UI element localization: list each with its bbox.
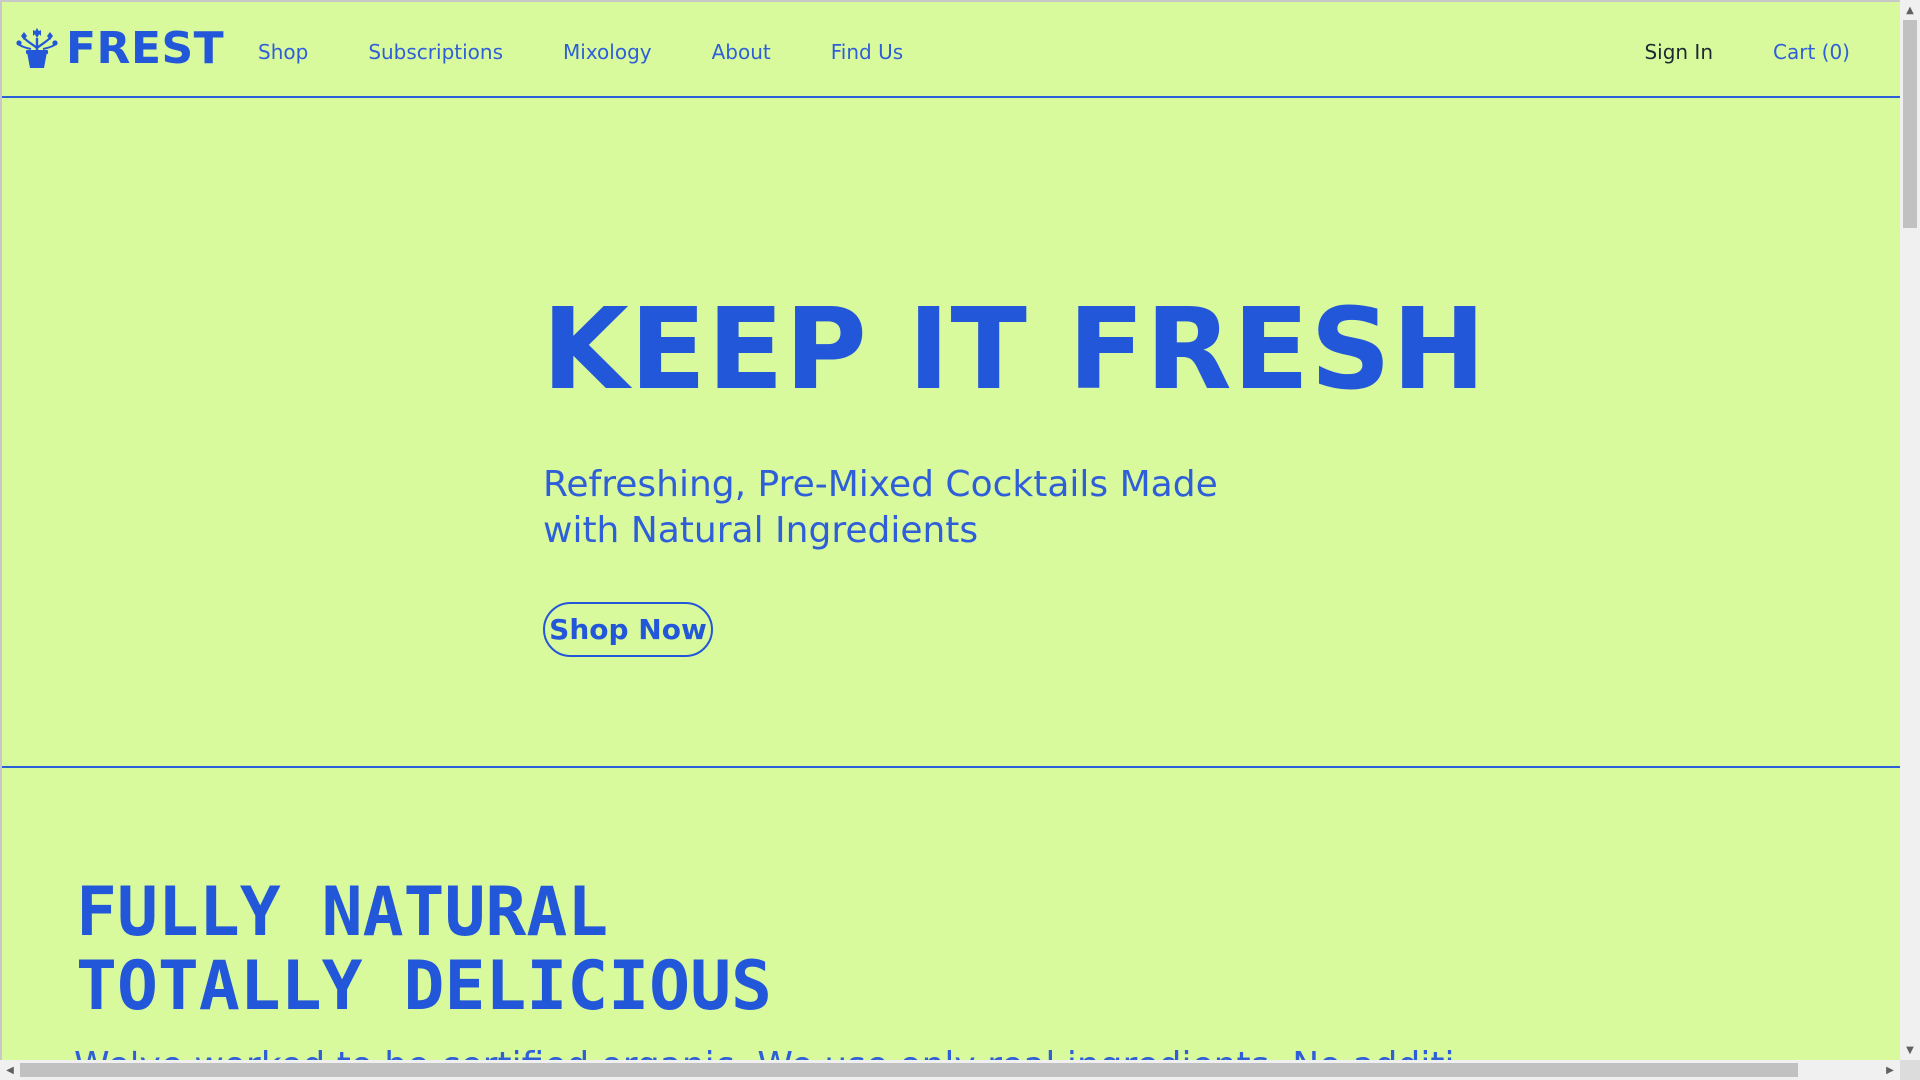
nav-item-subscriptions[interactable]: Subscriptions xyxy=(368,40,503,64)
section-title: FULLY NATURAL TOTALLY DELICIOUS xyxy=(76,876,772,1024)
shop-now-button[interactable]: Shop Now xyxy=(543,602,713,657)
left-arrow-icon[interactable]: ◀ xyxy=(0,1060,20,1080)
page-viewport: FREST Shop Subscriptions Mixology About … xyxy=(0,0,1900,1060)
vertical-scroll-thumb[interactable] xyxy=(1903,20,1917,228)
main-nav: Shop Subscriptions Mixology About Find U… xyxy=(258,40,963,64)
sign-in-link[interactable]: Sign In xyxy=(1644,40,1713,64)
cart-link[interactable]: Cart (0) xyxy=(1773,40,1850,64)
scrollbar-corner xyxy=(1900,1060,1920,1080)
section-title-line-1: FULLY NATURAL xyxy=(76,873,609,952)
vertical-scrollbar[interactable]: ▲ ▼ xyxy=(1900,0,1920,1060)
brand-logo-link[interactable]: FREST xyxy=(16,24,224,74)
account-nav: Sign In Cart (0) xyxy=(1644,40,1850,64)
nav-item-find-us[interactable]: Find Us xyxy=(831,40,903,64)
hero-subtitle: Refreshing, Pre-Mixed Cocktails Made wit… xyxy=(543,464,1218,551)
flower-pot-icon xyxy=(16,24,58,74)
down-arrow-icon[interactable]: ▼ xyxy=(1900,1040,1920,1060)
horizontal-scrollbar[interactable]: ◀ ▶ xyxy=(0,1060,1900,1080)
site-header: FREST Shop Subscriptions Mixology About … xyxy=(2,2,1900,98)
natural-section: FULLY NATURAL TOTALLY DELICIOUS We've wo… xyxy=(2,768,1900,1061)
hero-title: KEEP IT FRESH xyxy=(542,285,1487,415)
section-title-line-2: TOTALLY DELICIOUS xyxy=(76,947,772,1026)
nav-item-shop[interactable]: Shop xyxy=(258,40,308,64)
brand-name: FREST xyxy=(66,23,225,74)
horizontal-scroll-thumb[interactable] xyxy=(20,1063,1798,1077)
hero-section: KEEP IT FRESH Refreshing, Pre-Mixed Cock… xyxy=(2,98,1900,768)
nav-item-about[interactable]: About xyxy=(712,40,771,64)
up-arrow-icon[interactable]: ▲ xyxy=(1900,0,1920,20)
nav-item-mixology[interactable]: Mixology xyxy=(563,40,652,64)
section-body: We've worked to be certified organic. We… xyxy=(74,1044,1455,1060)
right-arrow-icon[interactable]: ▶ xyxy=(1880,1060,1900,1080)
